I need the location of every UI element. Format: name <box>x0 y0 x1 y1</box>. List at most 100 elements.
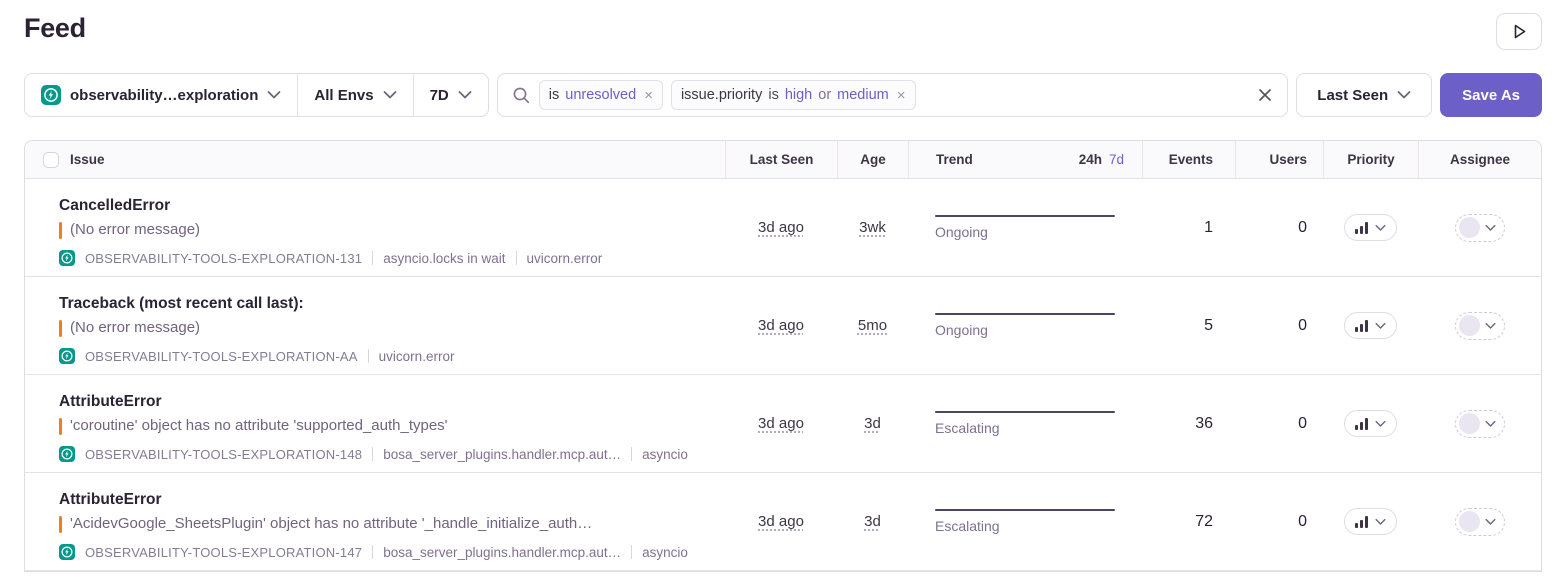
issue-annotation[interactable]: asyncio <box>642 447 688 462</box>
chevron-down-icon <box>383 90 397 100</box>
search-token[interactable]: is unresolved × <box>538 80 663 110</box>
assignee-dropdown[interactable] <box>1454 507 1505 536</box>
issue-message-line: 'coroutine' object has no attribute 'sup… <box>59 415 448 437</box>
age-value: 3wk <box>859 219 886 236</box>
select-all-checkbox[interactable] <box>43 151 59 168</box>
priority-bars-icon <box>1355 515 1368 528</box>
chevron-down-icon <box>1375 518 1386 526</box>
error-level-bar <box>59 221 62 239</box>
trend-7d-toggle[interactable]: 7d <box>1109 152 1124 167</box>
trend-sparkline: Escalating <box>935 509 1115 534</box>
age-cell: 3d <box>837 375 908 472</box>
token-key: is <box>548 87 560 103</box>
play-button[interactable] <box>1496 13 1542 50</box>
search-token-list: is unresolved × issue.priority is high o… <box>538 80 1250 110</box>
chevron-down-icon <box>1375 322 1386 330</box>
last-seen-value: 3d ago <box>758 513 804 530</box>
column-header-age: Age <box>837 141 908 178</box>
environment-selector[interactable]: All Envs <box>297 74 412 116</box>
table-row[interactable]: AttributeError 'coroutine' object has no… <box>25 375 1541 473</box>
sparkline-graph <box>935 509 1115 511</box>
column-label: Events <box>1168 152 1213 167</box>
users-cell: 0 <box>1235 277 1323 374</box>
column-header-users: Users <box>1235 141 1323 178</box>
project-platform-icon <box>59 544 75 560</box>
priority-dropdown[interactable] <box>1344 410 1397 437</box>
priority-dropdown[interactable] <box>1344 508 1397 535</box>
issue-annotation[interactable]: asyncio.locks in wait <box>383 251 505 266</box>
environment-label: All Envs <box>314 86 374 104</box>
age-cell: 3d <box>837 473 908 570</box>
assignee-avatar <box>1458 315 1480 336</box>
issue-meta-line: OBSERVABILITY-TOOLS-EXPLORATION-131 asyn… <box>59 250 602 266</box>
issue-message-line: 'AcidevGoogle_SheetsPlugin' object has n… <box>59 513 592 535</box>
table-row[interactable]: Traceback (most recent call last): (No e… <box>25 277 1541 375</box>
search-token[interactable]: issue.priority is high or medium × <box>670 80 916 110</box>
page-filter-group: observability…exploration All Envs 7D <box>24 73 489 117</box>
events-count: 72 <box>1195 512 1213 530</box>
issue-annotation[interactable]: bosa_server_plugins.handler.mcp.aut… <box>383 447 621 462</box>
trend-cell: Ongoing <box>908 277 1142 374</box>
table-row[interactable]: AttributeError 'AcidevGoogle_SheetsPlugi… <box>25 473 1541 571</box>
chevron-down-icon <box>1484 518 1496 526</box>
issue-annotation[interactable]: bosa_server_plugins.handler.mcp.aut… <box>383 545 621 560</box>
column-label: Users <box>1269 152 1307 167</box>
users-count: 0 <box>1298 512 1307 530</box>
trend-cell: Escalating <box>908 473 1142 570</box>
trend-sparkline: Ongoing <box>935 313 1115 338</box>
column-label: Issue <box>70 152 105 167</box>
age-value: 5mo <box>857 317 888 334</box>
priority-dropdown[interactable] <box>1344 312 1397 339</box>
chevron-down-icon <box>1397 90 1411 100</box>
token-remove-button[interactable]: × <box>895 87 906 104</box>
assignee-dropdown[interactable] <box>1454 213 1505 242</box>
issue-message: 'coroutine' object has no attribute 'sup… <box>70 417 448 434</box>
chevron-down-icon <box>1375 420 1386 428</box>
project-platform-icon <box>59 446 75 462</box>
trend-cell: Ongoing <box>908 179 1142 276</box>
column-header-assignee: Assignee <box>1418 141 1541 178</box>
assignee-cell <box>1418 375 1541 472</box>
trend-sparkline: Ongoing <box>935 215 1115 240</box>
issue-annotation[interactable]: asyncio <box>642 545 688 560</box>
annotation-divider <box>372 545 374 559</box>
assignee-dropdown[interactable] <box>1454 409 1505 438</box>
users-count: 0 <box>1298 414 1307 432</box>
token-remove-button[interactable]: × <box>642 87 653 104</box>
events-cell: 72 <box>1142 473 1235 570</box>
assignee-dropdown[interactable] <box>1454 311 1505 340</box>
search-clear-button[interactable] <box>1257 87 1273 103</box>
last-seen-value: 3d ago <box>758 219 804 236</box>
chevron-down-icon <box>267 90 281 100</box>
project-selector[interactable]: observability…exploration <box>25 74 297 116</box>
issue-annotation[interactable]: uvicorn.error <box>379 349 455 364</box>
table-row[interactable]: CancelledError (No error message) OBSERV… <box>25 179 1541 277</box>
priority-dropdown[interactable] <box>1344 214 1397 241</box>
issue-title[interactable]: AttributeError <box>59 489 161 511</box>
users-count: 0 <box>1298 316 1307 334</box>
column-header-priority: Priority <box>1323 141 1418 178</box>
search-bar[interactable]: is unresolved × issue.priority is high o… <box>496 73 1289 117</box>
issue-title[interactable]: AttributeError <box>59 391 161 413</box>
issue-cell: AttributeError 'AcidevGoogle_SheetsPlugi… <box>25 473 725 570</box>
column-label: Trend <box>936 152 973 167</box>
date-range-selector[interactable]: 7D <box>412 74 488 116</box>
top-bar: Feed <box>24 0 1542 50</box>
users-cell: 0 <box>1235 473 1323 570</box>
trend-label: Escalating <box>935 420 1000 436</box>
issue-annotation[interactable]: uvicorn.error <box>527 251 603 266</box>
users-cell: 0 <box>1235 179 1323 276</box>
sort-button[interactable]: Last Seen <box>1296 73 1433 117</box>
trend-period-toggle: 24h 7d <box>1079 152 1124 167</box>
feed-page: Feed observability…exploration All Envs <box>0 0 1566 572</box>
token-key: issue.priority <box>680 87 763 103</box>
last-seen-cell: 3d ago <box>725 179 837 276</box>
save-as-button[interactable]: Save As <box>1440 73 1542 117</box>
issue-title[interactable]: CancelledError <box>59 195 170 217</box>
trend-24h-toggle[interactable]: 24h <box>1079 152 1102 167</box>
trend-label: Ongoing <box>935 224 988 240</box>
project-platform-icon <box>59 250 75 266</box>
issue-title[interactable]: Traceback (most recent call last): <box>59 293 304 315</box>
column-header-events: Events <box>1142 141 1235 178</box>
events-cell: 36 <box>1142 375 1235 472</box>
